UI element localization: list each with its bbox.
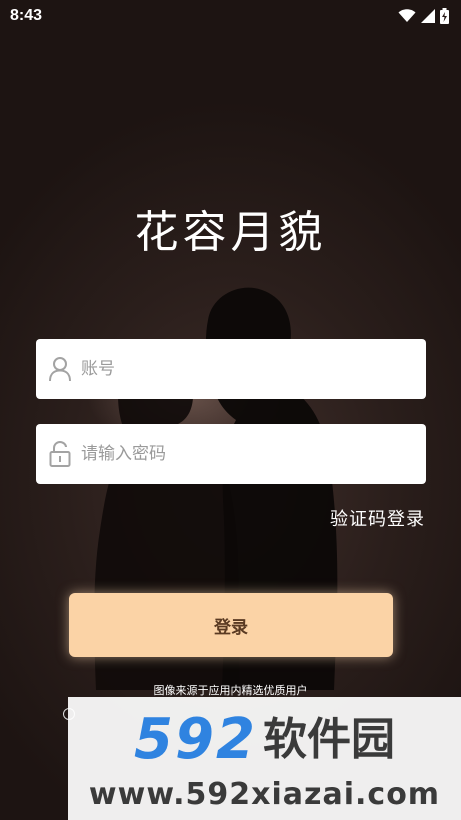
watermark-logo: 592 软件园 [68,709,461,771]
user-icon [47,355,73,383]
watermark-name: 软件园 [262,714,395,765]
sms-login-link[interactable]: 验证码登录 [330,505,425,531]
account-input[interactable] [81,339,426,399]
lock-icon [47,440,73,468]
wifi-icon [398,9,416,22]
battery-icon [440,8,449,24]
status-icons [398,8,449,24]
image-source-disclaimer: 图像来源于应用内精选优质用户 [153,684,308,697]
watermark-number: 592 [134,707,257,772]
app-logo: 花容月貌 [134,207,327,258]
password-field[interactable] [36,424,426,484]
watermark-overlay: 592 软件园 www.592xiazai.com [68,697,461,820]
status-time: 8:43 [10,7,43,24]
login-button[interactable]: 登录 [69,593,393,657]
password-input[interactable] [81,424,426,484]
status-bar: 8:43 [0,0,461,32]
account-field[interactable] [36,339,426,399]
cell-signal-icon [421,9,435,23]
watermark-url: www.592xiazai.com [88,777,441,812]
